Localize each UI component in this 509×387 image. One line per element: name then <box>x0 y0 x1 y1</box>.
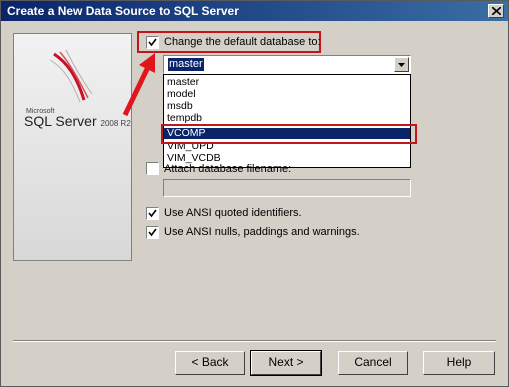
close-button[interactable] <box>488 4 504 18</box>
chevron-down-icon <box>398 63 405 67</box>
title-bar: Create a New Data Source to SQL Server <box>1 1 508 21</box>
dropdown-arrow-button[interactable] <box>394 57 409 72</box>
back-button[interactable]: < Back <box>175 351 245 375</box>
database-select-value: master <box>168 58 204 71</box>
ansi-quoted-label: Use ANSI quoted identifiers. <box>164 207 302 219</box>
attach-db-label: Attach database filename: <box>164 163 292 175</box>
change-default-db-checkbox[interactable] <box>146 36 159 49</box>
checkmark-icon <box>148 38 157 47</box>
db-option-master[interactable]: master <box>164 77 410 88</box>
close-icon <box>492 7 501 15</box>
change-default-db-label: Change the default database to: <box>164 36 321 48</box>
checkmark-icon <box>148 228 157 237</box>
vcomp-highlight <box>161 124 417 144</box>
db-option-model[interactable]: model <box>164 89 410 100</box>
footer-separator <box>13 340 496 342</box>
sql-server-logo-icon <box>49 49 93 103</box>
ansi-nulls-label: Use ANSI nulls, paddings and warnings. <box>164 226 360 238</box>
ansi-nulls-checkbox[interactable] <box>146 226 159 239</box>
cancel-button[interactable]: Cancel <box>338 351 408 375</box>
checkmark-icon <box>148 209 157 218</box>
logo-product-name: SQL Server <box>24 113 97 129</box>
window-title: Create a New Data Source to SQL Server <box>7 4 239 18</box>
next-button[interactable]: Next > <box>250 350 322 376</box>
sql-server-logo-panel: Microsoft SQL Server 2008 R2 <box>13 33 132 261</box>
dialog-window: Create a New Data Source to SQL Server M… <box>0 0 509 387</box>
annotation-arrow-icon <box>122 53 155 117</box>
database-select[interactable]: master <box>163 55 411 74</box>
db-option-tempdb[interactable]: tempdb <box>164 113 410 124</box>
logo-version: 2008 R2 <box>100 119 131 128</box>
attach-db-checkbox[interactable] <box>146 162 159 175</box>
help-button[interactable]: Help <box>423 351 495 375</box>
logo-product-text: SQL Server 2008 R2 <box>24 113 131 129</box>
attach-db-filename-input[interactable] <box>163 179 411 197</box>
ansi-quoted-checkbox[interactable] <box>146 207 159 220</box>
db-option-msdb[interactable]: msdb <box>164 101 410 112</box>
database-dropdown-list: master model msdb tempdb VCOMP VIM_UPD V… <box>163 74 411 168</box>
